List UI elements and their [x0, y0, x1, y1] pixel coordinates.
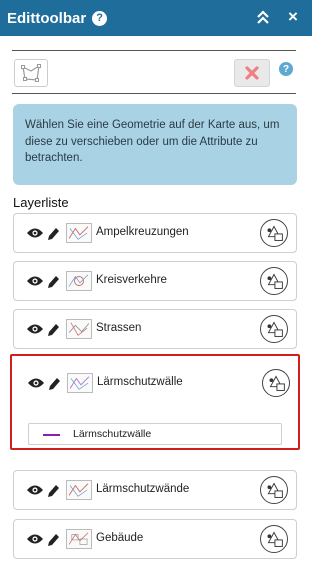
layer-tools-icon[interactable]: [260, 219, 288, 247]
layer-name: Lärmschutzwände: [96, 483, 190, 495]
layer-legend: Lärmschutzwälle: [28, 423, 282, 445]
edit-pencil-icon[interactable]: [48, 376, 61, 390]
delete-x-icon: [245, 66, 259, 80]
layer-tools-icon[interactable]: [260, 267, 288, 295]
edit-pencil-icon[interactable]: [47, 226, 60, 240]
edit-toolbar-header: Edittoolbar ? ×: [0, 0, 312, 36]
layer-thumbnail-icon: [66, 271, 92, 291]
edit-tools: ?: [12, 50, 296, 94]
layer-name: Strassen: [96, 322, 142, 334]
layer-item[interactable]: Ampelkreuzungen: [13, 213, 297, 253]
edit-pencil-icon[interactable]: [47, 274, 60, 288]
close-icon[interactable]: ×: [283, 7, 303, 27]
layer-item[interactable]: Strassen: [13, 309, 297, 349]
layer-list-title: Layerliste: [13, 195, 69, 210]
toolbar-help-icon[interactable]: ?: [279, 62, 293, 76]
layer-thumbnail-icon: [66, 529, 92, 549]
visibility-eye-icon[interactable]: [26, 227, 44, 239]
delete-button[interactable]: [234, 59, 270, 87]
layer-name: Lärmschutzwälle: [97, 376, 183, 388]
layer-name: Kreisverkehre: [96, 274, 167, 286]
visibility-eye-icon[interactable]: [27, 377, 45, 389]
layer-tools-icon[interactable]: [260, 525, 288, 553]
legend-label: Lärmschutzwälle: [73, 428, 152, 440]
layer-item[interactable]: Kreisverkehre: [13, 261, 297, 301]
panel-title: Edittoolbar: [7, 9, 87, 27]
layer-thumbnail-icon: [67, 373, 93, 393]
visibility-eye-icon[interactable]: [26, 323, 44, 335]
visibility-eye-icon[interactable]: [26, 275, 44, 287]
edit-pencil-icon[interactable]: [47, 532, 60, 546]
layer-item[interactable]: Gebäude: [13, 519, 297, 559]
info-message: Wählen Sie eine Geometrie auf der Karte …: [13, 104, 297, 185]
layer-name: Ampelkreuzungen: [96, 226, 189, 238]
legend-line-swatch: [43, 434, 60, 436]
layer-item[interactable]: Lärmschutzwände: [13, 470, 297, 510]
layer-thumbnail-icon: [66, 223, 92, 243]
layer-thumbnail-icon: [66, 480, 92, 500]
select-geometry-button[interactable]: [14, 59, 48, 87]
edit-pencil-icon[interactable]: [47, 483, 60, 497]
edit-pencil-icon[interactable]: [47, 322, 60, 336]
layer-tools-icon[interactable]: [260, 315, 288, 343]
layer-tools-icon[interactable]: [262, 369, 290, 397]
polygon-select-icon: [21, 64, 41, 82]
visibility-eye-icon[interactable]: [26, 484, 44, 496]
visibility-eye-icon[interactable]: [26, 533, 44, 545]
help-icon[interactable]: ?: [92, 10, 108, 26]
layer-thumbnail-icon: [66, 319, 92, 339]
layer-tools-icon[interactable]: [260, 476, 288, 504]
collapse-icon[interactable]: [253, 8, 273, 28]
layer-name: Gebäude: [96, 532, 144, 544]
layer-item-selected[interactable]: Lärmschutzwälle Lärmschutzwälle: [10, 354, 300, 450]
